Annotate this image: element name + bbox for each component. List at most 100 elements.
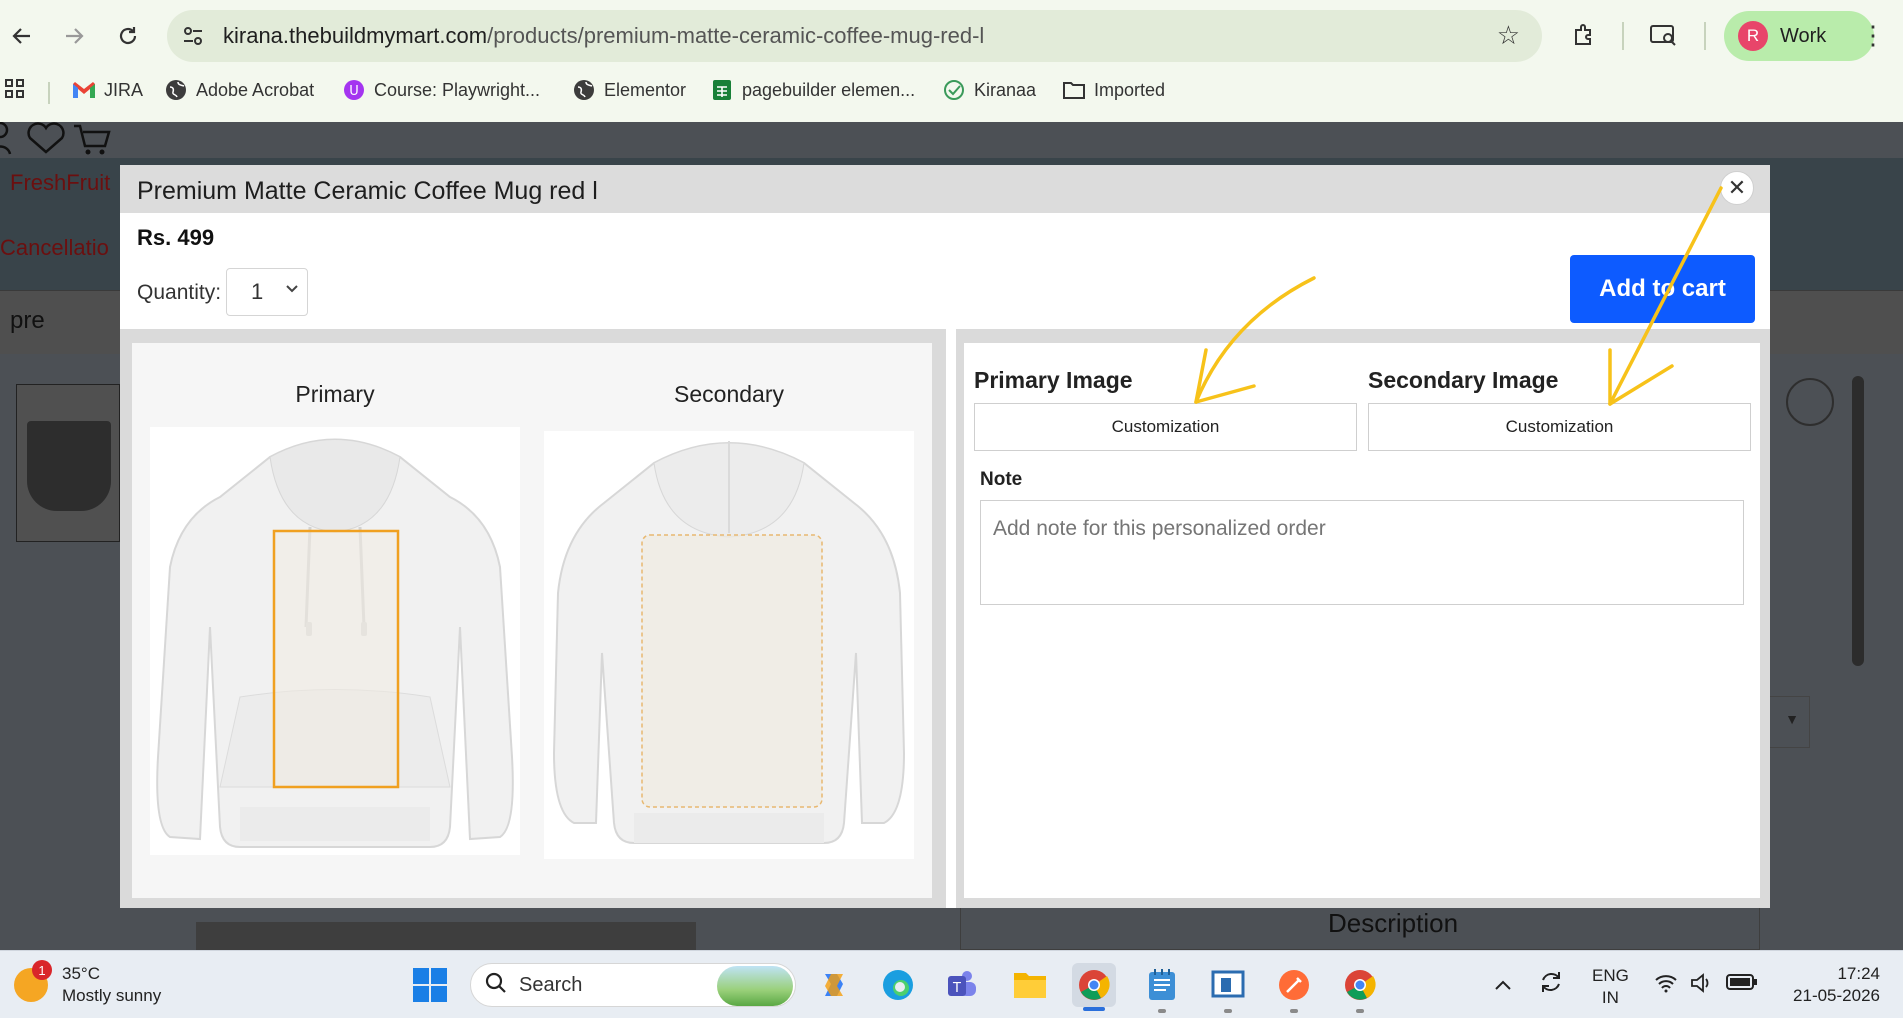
- running-app-indicator: [1158, 1009, 1166, 1013]
- weather-sun-icon: 1: [14, 960, 52, 1002]
- note-textarea[interactable]: [980, 500, 1744, 605]
- sync-icon[interactable]: [1538, 969, 1564, 1001]
- sheets-icon: [710, 78, 734, 102]
- course-icon: U: [342, 78, 366, 102]
- bookmark-kiranaa[interactable]: Kiranaa: [942, 78, 1036, 102]
- clock-date: 21-05-2026: [1793, 986, 1880, 1005]
- apps-grid-icon[interactable]: [4, 78, 26, 100]
- back-icon[interactable]: [2, 16, 42, 56]
- svg-text:U: U: [349, 84, 359, 99]
- customization-panel: Primary Image Secondary Image Customizat…: [946, 329, 1770, 908]
- compare-icon[interactable]: [1786, 378, 1834, 426]
- language-indicator[interactable]: ENG IN: [1592, 965, 1629, 1009]
- add-to-cart-button[interactable]: Add to cart: [1570, 255, 1755, 323]
- url-host: kirana.thebuildmymart.com: [223, 23, 488, 48]
- browser-menu-icon[interactable]: ⋮: [1860, 20, 1886, 51]
- volume-icon[interactable]: [1690, 973, 1714, 999]
- search-icon: [485, 972, 507, 999]
- url-text: kirana.thebuildmymart.com/products/premi…: [223, 23, 984, 49]
- primary-image-heading: Primary Image: [974, 367, 1133, 393]
- primary-hoodie-image[interactable]: [150, 427, 520, 855]
- modal-title: Premium Matte Ceramic Coffee Mug red l: [137, 177, 598, 205]
- primary-customization-button[interactable]: Customization: [974, 403, 1357, 451]
- forward-icon[interactable]: [54, 16, 94, 56]
- svg-text:T: T: [952, 981, 961, 996]
- running-app-indicator: [1356, 1009, 1364, 1013]
- weather-widget[interactable]: 1 35°C Mostly sunny: [14, 960, 162, 1007]
- search-label: Search: [519, 973, 583, 996]
- copilot-icon[interactable]: [812, 963, 856, 1007]
- quantity-label: Quantity:: [137, 281, 222, 304]
- close-icon[interactable]: ✕: [1720, 171, 1754, 205]
- mug-image: [27, 421, 111, 511]
- bg-header-icons: [0, 122, 114, 164]
- reload-icon[interactable]: [108, 16, 148, 56]
- chevron-down-icon: ▼: [1785, 711, 1799, 727]
- modal-header: Premium Matte Ceramic Coffee Mug red l ✕: [120, 165, 1770, 213]
- weather-description: Mostly sunny: [62, 986, 162, 1005]
- chrome-taskbar-icon[interactable]: [1072, 963, 1116, 1007]
- customization-area: Primary Image Secondary Image Customizat…: [964, 343, 1760, 898]
- extensions-icon[interactable]: [1568, 18, 1602, 52]
- folder-icon: [1062, 78, 1086, 102]
- windows-taskbar: 1 35°C Mostly sunny Search T ENG IN 17:2…: [0, 950, 1903, 1018]
- quantity-value: 1: [251, 279, 264, 304]
- print-area-secondary: [641, 534, 823, 808]
- bg-scrollbar[interactable]: [1852, 376, 1864, 666]
- bookmark-label: Elementor: [604, 79, 687, 100]
- search-highlight-art: [717, 966, 793, 1006]
- edge-icon[interactable]: [876, 963, 920, 1007]
- file-explorer-icon[interactable]: [1008, 963, 1052, 1007]
- preview-panel: Primary Secondary: [120, 329, 946, 908]
- whiteboard-icon[interactable]: [1206, 963, 1250, 1007]
- profile-avatar: R: [1738, 21, 1768, 51]
- bookmark-imported[interactable]: Imported: [1062, 78, 1165, 102]
- toolbar-divider: [1704, 22, 1706, 50]
- language-top: ENG: [1592, 966, 1629, 985]
- toolbar-divider: [1622, 22, 1624, 50]
- bookmark-pagebuilder[interactable]: pagebuilder elemen...: [710, 78, 915, 102]
- chrome-profile-taskbar-icon[interactable]: [1338, 963, 1382, 1007]
- bookmarks-bar: JIRA Adobe Acrobat U Course: Playwright.…: [0, 72, 1903, 112]
- gmail-icon: [72, 78, 96, 102]
- bookmark-jira[interactable]: JIRA: [72, 78, 143, 102]
- bookmark-star-icon[interactable]: ☆: [1497, 20, 1520, 51]
- primary-view-label: Primary: [295, 381, 375, 407]
- bg-search-text: pre: [10, 307, 45, 334]
- bookmark-label: JIRA: [104, 79, 144, 100]
- bg-cancellation-link[interactable]: Cancellatio: [0, 235, 109, 261]
- language-bottom: IN: [1601, 988, 1619, 1007]
- bg-product-thumbnail[interactable]: [16, 384, 120, 542]
- secondary-view-label: Secondary: [674, 381, 784, 407]
- panel-gutter: [946, 329, 956, 908]
- address-bar[interactable]: kirana.thebuildmymart.com/products/premi…: [167, 10, 1542, 62]
- show-hidden-icons[interactable]: [1494, 975, 1512, 997]
- teams-icon[interactable]: T: [940, 963, 984, 1007]
- bookmark-course-playwright[interactable]: U Course: Playwright...: [342, 78, 540, 102]
- secondary-customization-button[interactable]: Customization: [1368, 403, 1751, 451]
- bookmark-label: pagebuilder elemen...: [742, 79, 916, 100]
- bg-category-link[interactable]: FreshFruit: [10, 170, 110, 196]
- clock[interactable]: 17:24 21-05-2026: [1780, 963, 1880, 1007]
- tab-search-icon[interactable]: [1646, 18, 1680, 52]
- bg-description-heading: Description: [1328, 908, 1459, 938]
- notepad-icon[interactable]: [1140, 963, 1184, 1007]
- preview-area: Primary Secondary: [132, 343, 932, 898]
- profile-button[interactable]: R Work: [1724, 11, 1874, 61]
- browser-chrome: kirana.thebuildmymart.com/products/premi…: [0, 0, 1903, 122]
- wifi-icon[interactable]: [1654, 973, 1678, 999]
- battery-icon[interactable]: [1726, 973, 1758, 997]
- secondary-hoodie-image[interactable]: [544, 431, 914, 859]
- bookmark-adobe-acrobat[interactable]: Adobe Acrobat: [164, 78, 314, 102]
- clock-time: 17:24: [1837, 964, 1880, 983]
- taskbar-search[interactable]: Search: [470, 963, 796, 1007]
- quantity-select[interactable]: 1: [226, 268, 308, 316]
- windows-start-icon[interactable]: [408, 963, 452, 1007]
- bg-product-strip: [196, 922, 696, 950]
- globe-icon: [164, 78, 188, 102]
- postman-icon[interactable]: [1272, 963, 1316, 1007]
- running-app-indicator: [1290, 1009, 1298, 1013]
- site-settings-icon[interactable]: [181, 24, 205, 48]
- notification-badge: 1: [32, 960, 52, 980]
- bookmark-elementor[interactable]: Elementor: [572, 78, 686, 102]
